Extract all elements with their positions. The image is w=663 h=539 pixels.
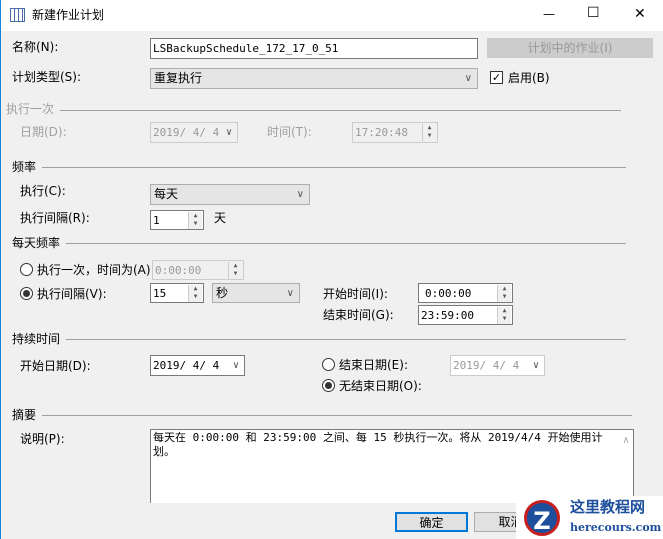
divider [60, 110, 621, 111]
description-textarea[interactable]: 每天在 0:00:00 和 23:59:00 之间、每 15 秒执行一次。将从 … [150, 429, 634, 503]
enabled-checkbox[interactable]: ✓ [490, 71, 503, 84]
spinner-icon[interactable]: ▲ ▼ [497, 285, 511, 302]
no-end-date-label: 无结束日期(O): [339, 379, 422, 393]
every-unit-select[interactable]: 秒 ∨ [212, 283, 300, 303]
no-end-date-radio[interactable] [322, 379, 335, 392]
maximize-button[interactable]: ☐ [587, 6, 600, 20]
daily-frequency-group: 每天频率 [12, 236, 61, 250]
chevron-down-icon: ∨ [296, 189, 304, 200]
watermark-name: 这里教程网 [570, 498, 646, 516]
end-time-value: 23:59:00 [421, 309, 474, 322]
end-date[interactable]: 2019/ 4/ 4 ∨ [450, 355, 545, 376]
chevron-down-icon: ∨ [532, 360, 539, 371]
schedule-type-label: 计划类型(S): [12, 70, 82, 84]
start-time[interactable]: 0:00:00 ▲ ▼ [418, 283, 513, 303]
logo-icon: Z [524, 500, 560, 536]
recurs-spinner[interactable]: 1 ▲ ▼ [150, 210, 204, 230]
divider [66, 339, 626, 340]
description-text: 每天在 0:00:00 和 23:59:00 之间、每 15 秒执行一次。将从 … [153, 431, 603, 458]
duration-group: 持续时间 [12, 332, 61, 346]
start-time-value: 0:00:00 [425, 287, 472, 300]
close-button[interactable]: ✕ [634, 7, 646, 21]
every-label: 执行间隔(V): [37, 287, 107, 301]
end-date-label: 结束日期(E): [339, 358, 408, 372]
schedule-type-value: 重复执行 [154, 71, 203, 85]
spinner-icon[interactable]: ▲ ▼ [497, 307, 511, 324]
one-time-date-label: 日期(D): [20, 125, 67, 139]
one-time-time[interactable]: 17:20:48 ▲ ▼ [352, 122, 438, 143]
title-bar: 新建作业计划 — ☐ ✕ [0, 0, 663, 31]
one-time-date-value: 2019/ 4/ 4 [153, 126, 220, 139]
one-time-time-value: 17:20:48 [355, 126, 408, 139]
every-unit-value: 秒 [216, 286, 229, 300]
enabled-label: 启用(B) [508, 71, 550, 85]
every-value: 15 [153, 287, 167, 300]
end-time-label: 结束时间(G): [323, 308, 394, 322]
spinner-icon[interactable]: ▲ ▼ [188, 285, 202, 302]
calendar-icon [10, 8, 25, 22]
divider [42, 167, 626, 168]
once-time[interactable]: 0:00:00 ▲ ▼ [152, 260, 244, 280]
spinner-icon[interactable]: ▲ ▼ [188, 212, 202, 229]
one-time-time-label: 时间(T): [267, 125, 312, 139]
every-radio[interactable] [20, 287, 33, 300]
spinner-icon[interactable]: ▲ ▼ [228, 262, 242, 279]
once-label: 执行一次，时间为(A) [37, 263, 151, 277]
one-time-group: 执行一次 [6, 102, 55, 116]
jobs-in-schedule-button[interactable]: 计划中的作业(I) [487, 38, 653, 58]
start-date[interactable]: 2019/ 4/ 4 ∨ [150, 355, 245, 376]
watermark-logo: Z 这里教程网 herecours.com [516, 496, 663, 539]
occurs-label: 执行(C): [20, 184, 66, 198]
minimize-button[interactable]: — [543, 7, 555, 21]
end-time[interactable]: 23:59:00 ▲ ▼ [418, 305, 513, 325]
occurs-select[interactable]: 每天 ∨ [150, 184, 310, 205]
window-title: 新建作业计划 [32, 8, 105, 22]
frequency-group: 频率 [12, 160, 37, 174]
chevron-down-icon: ∨ [286, 288, 294, 299]
start-time-label: 开始时间(I): [323, 287, 388, 301]
summary-group: 摘要 [12, 408, 37, 422]
recurs-value: 1 [153, 214, 160, 227]
spinner-icon[interactable]: ▲ ▼ [422, 124, 436, 141]
recurs-unit: 天 [214, 211, 227, 225]
end-date-radio[interactable] [322, 358, 335, 371]
end-date-value: 2019/ 4/ 4 [453, 359, 520, 372]
start-date-label: 开始日期(D): [20, 359, 91, 373]
window-border [0, 0, 1, 539]
every-spinner[interactable]: 15 ▲ ▼ [150, 283, 204, 303]
watermark-url: herecours.com [570, 521, 662, 534]
occurs-value: 每天 [154, 187, 179, 201]
start-date-value: 2019/ 4/ 4 [153, 359, 220, 372]
name-label: 名称(N): [12, 40, 59, 54]
ok-button[interactable]: 确定 [395, 512, 468, 532]
chevron-down-icon: ∨ [225, 127, 232, 138]
description-label: 说明(P): [20, 432, 65, 446]
scroll-up-icon[interactable]: ∧ [623, 434, 629, 448]
chevron-down-icon: ∨ [464, 73, 472, 84]
divider [66, 243, 626, 244]
once-radio[interactable] [20, 263, 33, 276]
schedule-type-select[interactable]: 重复执行 ∨ [150, 68, 478, 89]
name-input[interactable]: LSBackupSchedule_172_17_0_51 [150, 38, 478, 59]
chevron-down-icon: ∨ [232, 360, 239, 371]
recurs-label: 执行间隔(R): [20, 211, 90, 225]
once-time-value: 0:00:00 [155, 264, 202, 277]
divider [42, 415, 632, 416]
one-time-date[interactable]: 2019/ 4/ 4 ∨ [150, 122, 238, 143]
